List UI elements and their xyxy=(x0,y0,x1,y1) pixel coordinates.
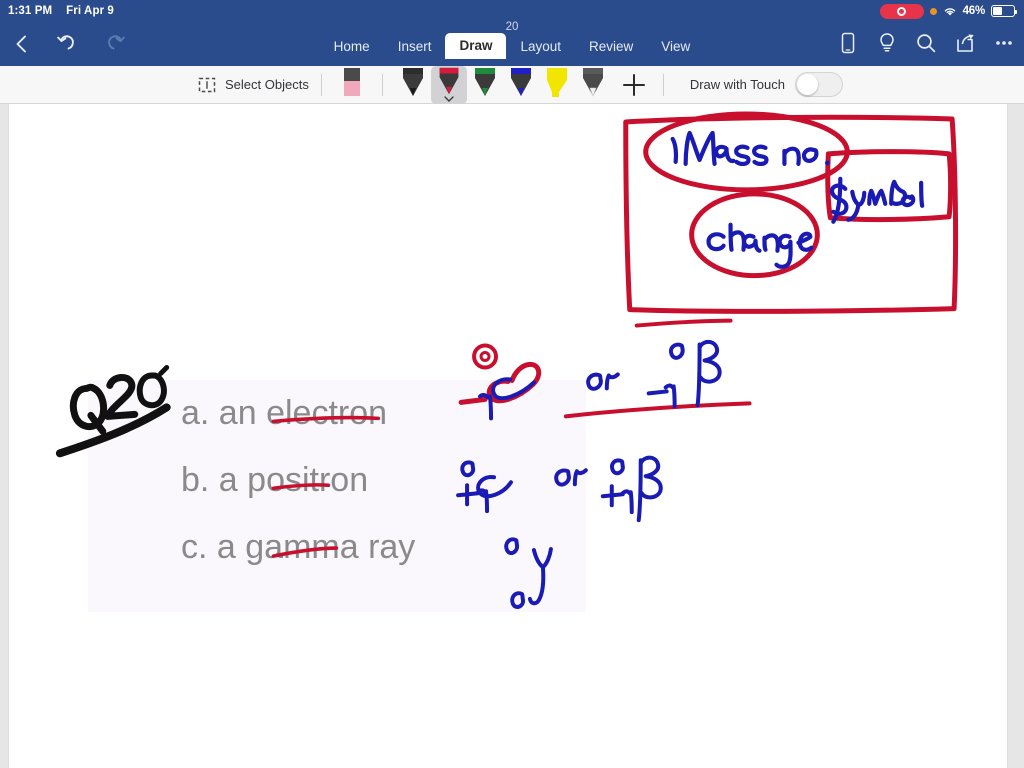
battery-icon xyxy=(991,5,1018,17)
tool-highlighter-yellow[interactable] xyxy=(539,66,575,104)
draw-toolbar: Select Objects Draw with Touch xyxy=(0,65,1024,104)
pen-red-icon xyxy=(439,67,459,94)
ink-choice-b-blue xyxy=(456,455,663,523)
pen-blue-icon xyxy=(510,67,531,96)
search-button[interactable] xyxy=(914,31,938,55)
pen-black-icon xyxy=(402,67,423,96)
battery-fill xyxy=(993,7,1003,15)
status-right-cluster: 46% xyxy=(879,3,1018,19)
plus-icon xyxy=(622,73,645,96)
canvas-area[interactable]: a. an electron b. a positron c. a gamma … xyxy=(0,104,1024,768)
ink-choice-c-red-underline xyxy=(271,546,339,558)
search-icon xyxy=(917,34,936,53)
tab-home[interactable]: Home xyxy=(320,34,384,59)
share-button[interactable] xyxy=(953,31,977,55)
ink-choice-a-red xyxy=(271,318,752,424)
toolbar-divider-3 xyxy=(662,73,664,96)
draw-with-touch-toggle[interactable] xyxy=(794,72,843,97)
ink-choice-c-blue xyxy=(504,537,553,609)
draw-with-touch-control: Draw with Touch xyxy=(690,72,843,97)
status-time: 1:31 PM xyxy=(8,5,53,17)
tool-pen-green[interactable] xyxy=(467,66,503,104)
eraser-icon xyxy=(343,67,360,96)
battery-percent-label: 46% xyxy=(962,5,986,17)
status-date: Fri Apr 9 xyxy=(66,5,114,17)
share-icon xyxy=(957,34,974,52)
draw-with-touch-label: Draw with Touch xyxy=(689,77,785,92)
tab-insert[interactable]: Insert xyxy=(384,34,446,59)
tool-pen-white[interactable] xyxy=(575,66,611,104)
tool-eraser[interactable] xyxy=(334,66,370,104)
pen-white-icon xyxy=(582,67,603,97)
orange-privacy-dot-icon xyxy=(929,7,937,15)
tab-layout[interactable]: Layout xyxy=(506,34,575,59)
tool-pen-blue[interactable] xyxy=(503,66,539,104)
pen-group xyxy=(395,65,611,104)
mobile-view-button[interactable] xyxy=(836,31,860,55)
toolbar-divider-2 xyxy=(381,73,383,96)
pen-tray xyxy=(334,66,370,104)
more-ellipsis-icon xyxy=(996,41,1012,45)
tool-pen-red[interactable] xyxy=(430,65,467,104)
toggle-knob xyxy=(796,74,818,95)
ink-q20-black xyxy=(55,364,171,458)
add-pen-button[interactable] xyxy=(617,68,651,102)
select-objects-button[interactable]: Select Objects xyxy=(198,76,309,94)
pen-green-icon xyxy=(474,67,495,96)
wifi-icon xyxy=(944,7,955,16)
tab-draw[interactable]: Draw xyxy=(445,33,507,59)
ink-choice-a-superscript-red xyxy=(472,343,499,370)
screen-recording-pill-icon[interactable] xyxy=(879,3,924,19)
ink-annotation-layer xyxy=(55,111,959,609)
ribbon-right-controls xyxy=(836,31,1016,55)
tab-review[interactable]: Review xyxy=(575,34,647,59)
toolbar-divider-1 xyxy=(320,73,322,96)
chevron-down-icon[interactable] xyxy=(444,95,454,102)
tell-me-button[interactable] xyxy=(875,31,899,55)
tool-pen-black[interactable] xyxy=(395,66,431,104)
mobile-view-icon xyxy=(841,32,855,54)
tell-me-lightbulb-icon xyxy=(880,33,894,52)
ipad-word-app: 1:31 PM Fri Apr 9 46% 20 Home Insert Dra… xyxy=(0,0,1024,768)
status-bar: 1:31 PM Fri Apr 9 46% xyxy=(0,0,1024,22)
ribbon-header: 20 Home Insert Draw Layout Review View xyxy=(0,21,1024,66)
select-objects-icon xyxy=(198,77,216,92)
recording-dot-icon xyxy=(897,6,907,16)
highlighter-yellow-icon xyxy=(546,67,567,97)
document-page[interactable]: a. an electron b. a positron c. a gamma … xyxy=(8,104,1008,768)
more-options-button[interactable] xyxy=(992,31,1016,55)
select-objects-label: Select Objects xyxy=(225,77,309,92)
ink-choice-b-red-underline xyxy=(271,483,331,491)
tab-view[interactable]: View xyxy=(647,34,704,59)
